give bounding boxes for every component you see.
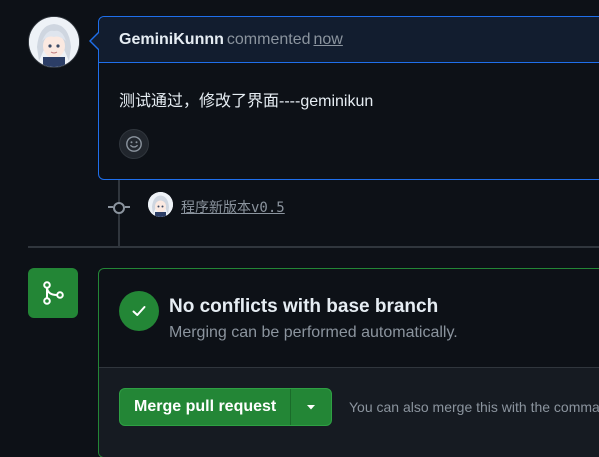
git-commit-icon-right bbox=[125, 206, 130, 208]
merge-status-badge bbox=[28, 268, 78, 318]
merge-status-section: No conflicts with base branch Merging ca… bbox=[99, 269, 599, 368]
merge-panel: No conflicts with base branch Merging ca… bbox=[98, 268, 599, 457]
merge-pull-request-button[interactable]: Merge pull request bbox=[120, 389, 292, 425]
command-line-hint: You can also merge this with the command… bbox=[349, 399, 599, 415]
timeline-divider bbox=[28, 246, 599, 248]
merge-status-title: No conflicts with base branch bbox=[169, 296, 439, 317]
git-merge-icon bbox=[43, 281, 64, 305]
comment-timestamp[interactable]: now bbox=[313, 31, 342, 48]
comment-pointer-fill bbox=[91, 33, 99, 49]
commit-title-link[interactable]: 程序新版本v0.5 bbox=[181, 197, 285, 217]
status-check-badge bbox=[119, 291, 159, 331]
comment-author[interactable]: GeminiKunnn bbox=[119, 31, 224, 48]
add-reaction-button[interactable] bbox=[119, 129, 149, 159]
comment-box: GeminiKunnn commented now 测试通过，修改了界面----ge… bbox=[98, 16, 599, 180]
comment-action: commented bbox=[226, 31, 311, 48]
smiley-icon bbox=[126, 136, 142, 152]
merge-status-subtitle: Merging can be performed automatically. bbox=[169, 324, 458, 341]
pr-timeline: GeminiKunnn commented now 测试通过，修改了界面----ge… bbox=[0, 0, 599, 457]
merge-button-group: Merge pull request bbox=[119, 388, 333, 426]
triangle-down-icon bbox=[307, 405, 316, 410]
comment-header: GeminiKunnn commented now bbox=[99, 17, 599, 63]
commit-author-avatar[interactable] bbox=[148, 192, 173, 217]
merge-action-section: Merge pull request You can also merge th… bbox=[99, 368, 599, 457]
comment-body: 测试通过，修改了界面----geminikun bbox=[119, 93, 374, 110]
git-commit-icon-node bbox=[113, 202, 125, 214]
author-avatar[interactable] bbox=[28, 16, 80, 68]
merge-method-dropdown[interactable] bbox=[291, 389, 331, 425]
check-icon bbox=[132, 306, 146, 316]
